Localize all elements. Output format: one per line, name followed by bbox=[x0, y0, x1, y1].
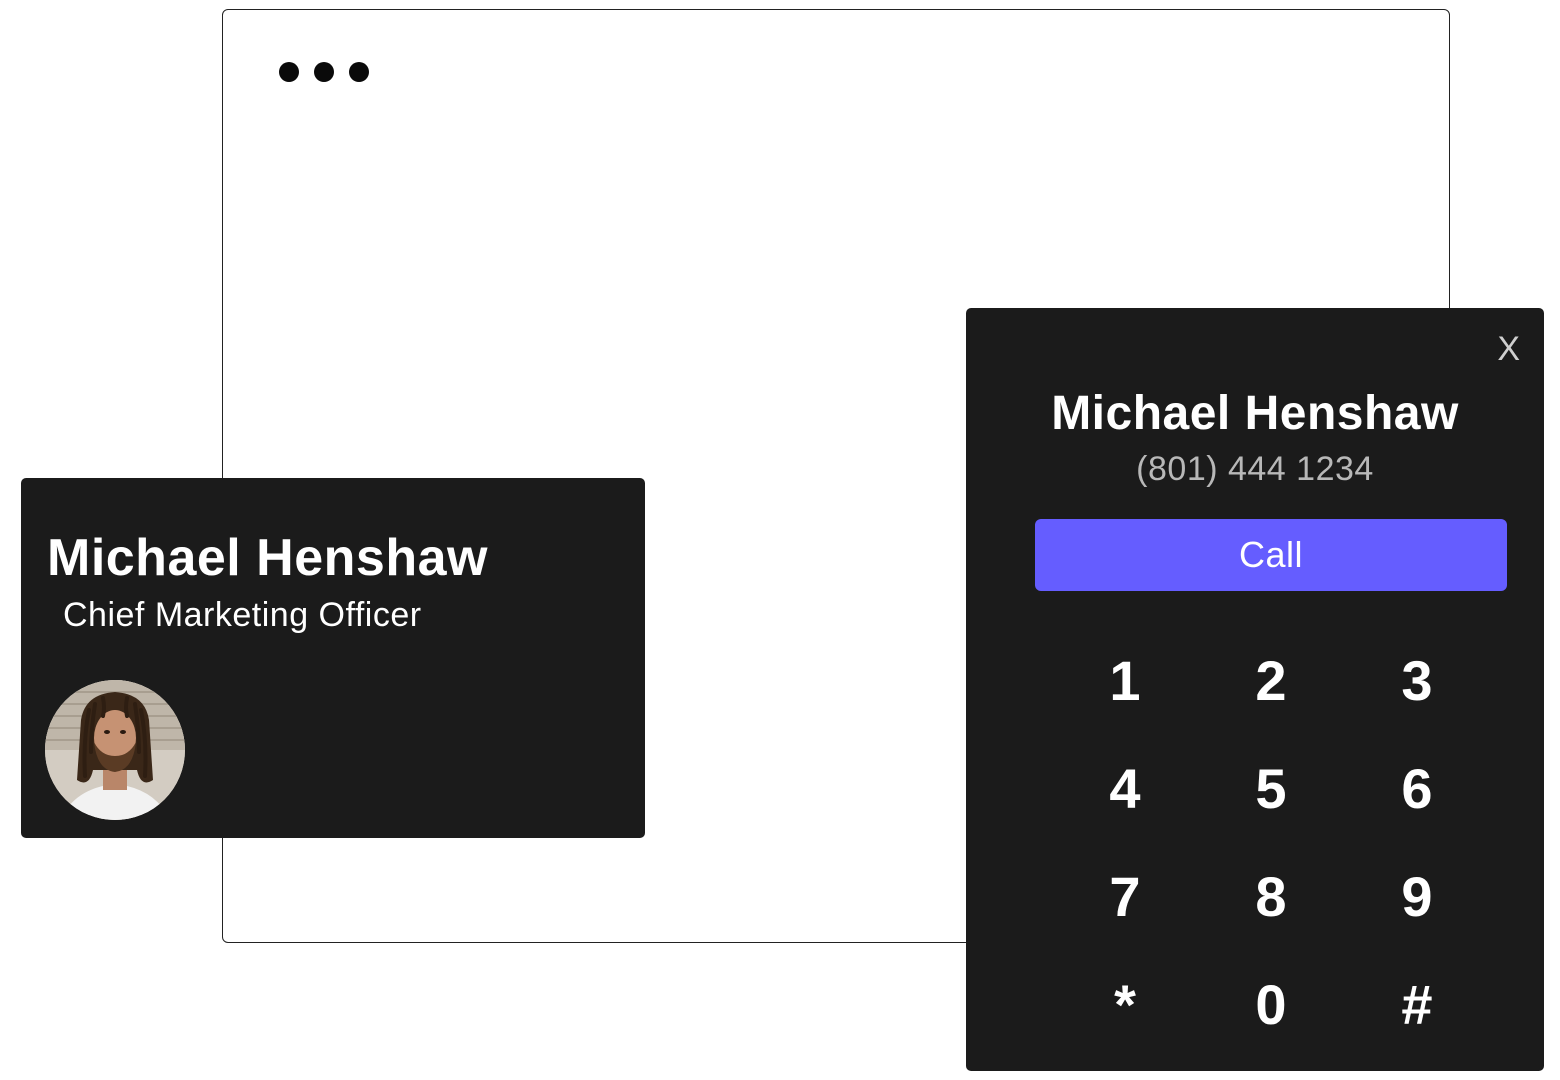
key-2[interactable]: 2 bbox=[1198, 626, 1344, 734]
key-star[interactable]: * bbox=[1052, 950, 1198, 1058]
keypad: 1 2 3 4 5 6 7 8 9 * 0 # bbox=[1052, 626, 1492, 1058]
window-menu-dots[interactable] bbox=[279, 62, 369, 82]
key-5[interactable]: 5 bbox=[1198, 734, 1344, 842]
dot-icon bbox=[349, 62, 369, 82]
person-photo-icon bbox=[45, 680, 185, 820]
stage: Michael Henshaw Chief Marketing Officer bbox=[0, 0, 1560, 1080]
dialer-contact-name: Michael Henshaw bbox=[1051, 387, 1459, 440]
key-3[interactable]: 3 bbox=[1344, 626, 1490, 734]
avatar bbox=[45, 680, 185, 820]
key-6[interactable]: 6 bbox=[1344, 734, 1490, 842]
key-1[interactable]: 1 bbox=[1052, 626, 1198, 734]
close-button[interactable]: X bbox=[1497, 332, 1520, 366]
dialer-phone-number: (801) 444 1234 bbox=[1136, 450, 1374, 488]
dot-icon bbox=[279, 62, 299, 82]
call-button[interactable]: Call bbox=[1035, 519, 1507, 591]
key-7[interactable]: 7 bbox=[1052, 842, 1198, 950]
key-9[interactable]: 9 bbox=[1344, 842, 1490, 950]
key-4[interactable]: 4 bbox=[1052, 734, 1198, 842]
key-hash[interactable]: # bbox=[1344, 950, 1490, 1058]
contact-card: Michael Henshaw Chief Marketing Officer bbox=[21, 478, 645, 838]
key-0[interactable]: 0 bbox=[1198, 950, 1344, 1058]
dialer-panel: X Michael Henshaw (801) 444 1234 Call 1 … bbox=[966, 308, 1544, 1071]
key-8[interactable]: 8 bbox=[1198, 842, 1344, 950]
contact-name: Michael Henshaw bbox=[47, 529, 488, 587]
contact-title: Chief Marketing Officer bbox=[63, 596, 422, 634]
dot-icon bbox=[314, 62, 334, 82]
